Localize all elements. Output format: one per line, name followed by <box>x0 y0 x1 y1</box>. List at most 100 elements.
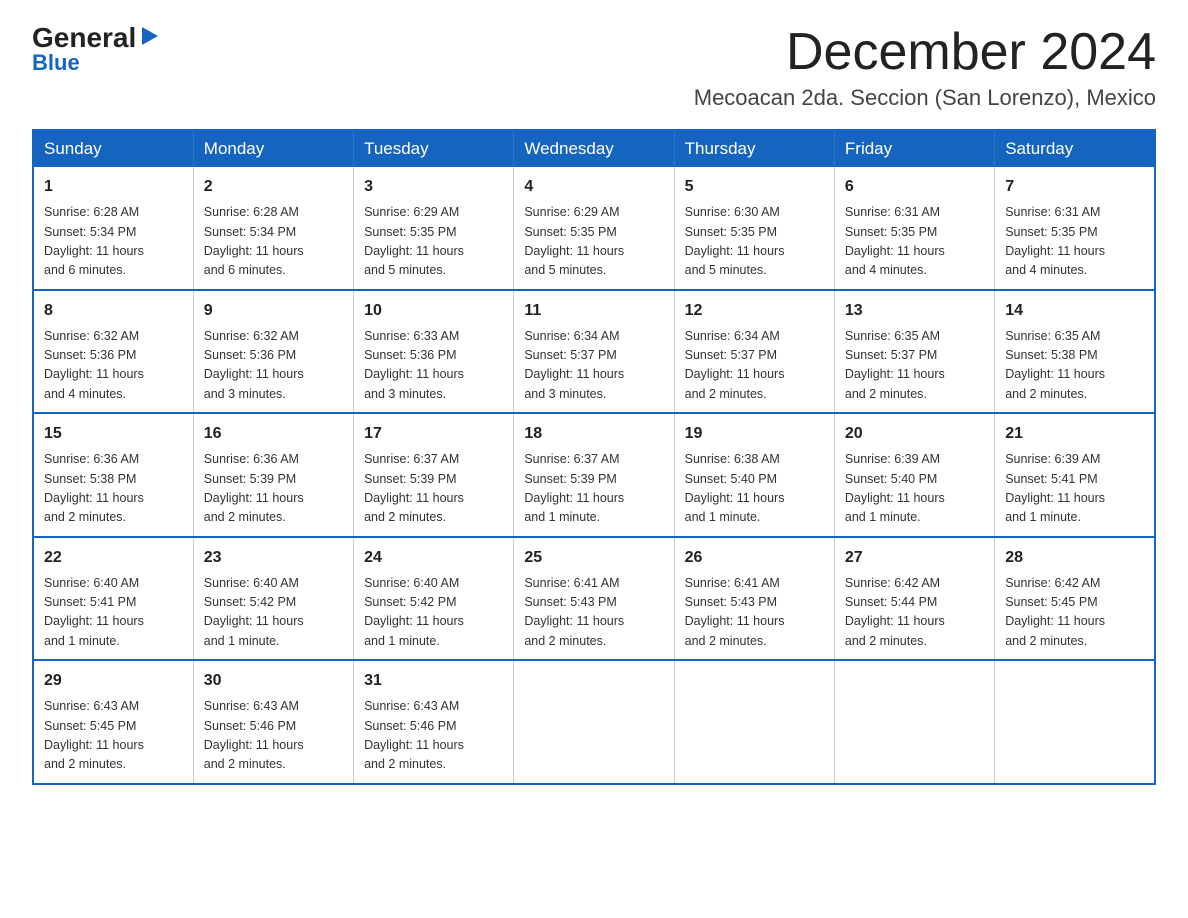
day-info: Sunrise: 6:32 AMSunset: 5:36 PMDaylight:… <box>44 327 183 405</box>
day-info: Sunrise: 6:36 AMSunset: 5:39 PMDaylight:… <box>204 450 343 528</box>
day-number: 30 <box>204 669 343 693</box>
calendar-day-cell: 6 Sunrise: 6:31 AMSunset: 5:35 PMDaylight… <box>834 167 994 290</box>
day-info: Sunrise: 6:43 AMSunset: 5:46 PMDaylight:… <box>204 697 343 775</box>
calendar-day-cell: 29 Sunrise: 6:43 AMSunset: 5:45 PMDayligh… <box>33 660 193 784</box>
day-info: Sunrise: 6:35 AMSunset: 5:37 PMDaylight:… <box>845 327 984 405</box>
day-number: 6 <box>845 175 984 199</box>
title-area: December 2024 Mecoacan 2da. Seccion (San… <box>694 24 1156 111</box>
calendar-day-cell: 26 Sunrise: 6:41 AMSunset: 5:43 PMDayligh… <box>674 537 834 661</box>
day-number: 27 <box>845 546 984 570</box>
logo-blue: Blue <box>32 50 80 76</box>
day-info: Sunrise: 6:31 AMSunset: 5:35 PMDaylight:… <box>845 203 984 281</box>
location-title: Mecoacan 2da. Seccion (San Lorenzo), Mex… <box>694 85 1156 111</box>
day-info: Sunrise: 6:34 AMSunset: 5:37 PMDaylight:… <box>524 327 663 405</box>
calendar-day-cell: 12 Sunrise: 6:34 AMSunset: 5:37 PMDayligh… <box>674 290 834 414</box>
calendar-week-row: 29 Sunrise: 6:43 AMSunset: 5:45 PMDayligh… <box>33 660 1155 784</box>
day-info: Sunrise: 6:35 AMSunset: 5:38 PMDaylight:… <box>1005 327 1144 405</box>
day-info: Sunrise: 6:33 AMSunset: 5:36 PMDaylight:… <box>364 327 503 405</box>
calendar-table: SundayMondayTuesdayWednesdayThursdayFrid… <box>32 129 1156 785</box>
day-info: Sunrise: 6:30 AMSunset: 5:35 PMDaylight:… <box>685 203 824 281</box>
calendar-day-cell: 9Sunrise: 6:32 AMSunset: 5:36 PMDaylight… <box>193 290 353 414</box>
day-number: 18 <box>524 422 663 446</box>
calendar-empty-cell <box>514 660 674 784</box>
calendar-week-row: 15 Sunrise: 6:36 AMSunset: 5:38 PMDayligh… <box>33 413 1155 537</box>
page-header: General Blue December 2024 Mecoacan 2da.… <box>32 24 1156 111</box>
day-number: 11 <box>524 299 663 323</box>
day-info: Sunrise: 6:39 AMSunset: 5:41 PMDaylight:… <box>1005 450 1144 528</box>
calendar-day-cell: 24 Sunrise: 6:40 AMSunset: 5:42 PMDayligh… <box>354 537 514 661</box>
day-info: Sunrise: 6:41 AMSunset: 5:43 PMDaylight:… <box>685 574 824 652</box>
calendar-day-cell: 10 Sunrise: 6:33 AMSunset: 5:36 PMDayligh… <box>354 290 514 414</box>
calendar-empty-cell <box>674 660 834 784</box>
day-number: 9 <box>204 299 343 323</box>
day-number: 24 <box>364 546 503 570</box>
calendar-week-row: 8 Sunrise: 6:32 AMSunset: 5:36 PMDaylight… <box>33 290 1155 414</box>
day-info: Sunrise: 6:36 AMSunset: 5:38 PMDaylight:… <box>44 450 183 528</box>
day-number: 26 <box>685 546 824 570</box>
day-number: 5 <box>685 175 824 199</box>
day-info: Sunrise: 6:43 AMSunset: 5:45 PMDaylight:… <box>44 697 183 775</box>
header-saturday: Saturday <box>995 130 1155 167</box>
calendar-day-cell: 14Sunrise: 6:35 AMSunset: 5:38 PMDayligh… <box>995 290 1155 414</box>
day-info: Sunrise: 6:42 AMSunset: 5:45 PMDaylight:… <box>1005 574 1144 652</box>
day-number: 12 <box>685 299 824 323</box>
calendar-day-cell: 11 Sunrise: 6:34 AMSunset: 5:37 PMDayligh… <box>514 290 674 414</box>
day-number: 28 <box>1005 546 1144 570</box>
day-info: Sunrise: 6:38 AMSunset: 5:40 PMDaylight:… <box>685 450 824 528</box>
calendar-day-cell: 17Sunrise: 6:37 AMSunset: 5:39 PMDayligh… <box>354 413 514 537</box>
day-info: Sunrise: 6:39 AMSunset: 5:40 PMDaylight:… <box>845 450 984 528</box>
day-number: 10 <box>364 299 503 323</box>
day-number: 7 <box>1005 175 1144 199</box>
day-number: 4 <box>524 175 663 199</box>
calendar-day-cell: 4 Sunrise: 6:29 AMSunset: 5:35 PMDaylight… <box>514 167 674 290</box>
calendar-day-cell: 23 Sunrise: 6:40 AMSunset: 5:42 PMDayligh… <box>193 537 353 661</box>
calendar-day-cell: 18 Sunrise: 6:37 AMSunset: 5:39 PMDayligh… <box>514 413 674 537</box>
day-info: Sunrise: 6:29 AMSunset: 5:35 PMDaylight:… <box>364 203 503 281</box>
logo: General Blue <box>32 24 160 76</box>
day-number: 21 <box>1005 422 1144 446</box>
day-number: 29 <box>44 669 183 693</box>
header-tuesday: Tuesday <box>354 130 514 167</box>
calendar-day-cell: 13 Sunrise: 6:35 AMSunset: 5:37 PMDayligh… <box>834 290 994 414</box>
calendar-day-cell: 15 Sunrise: 6:36 AMSunset: 5:38 PMDayligh… <box>33 413 193 537</box>
calendar-day-cell: 22 Sunrise: 6:40 AMSunset: 5:41 PMDayligh… <box>33 537 193 661</box>
calendar-week-row: 22 Sunrise: 6:40 AMSunset: 5:41 PMDayligh… <box>33 537 1155 661</box>
day-info: Sunrise: 6:34 AMSunset: 5:37 PMDaylight:… <box>685 327 824 405</box>
calendar-day-cell: 28 Sunrise: 6:42 AMSunset: 5:45 PMDayligh… <box>995 537 1155 661</box>
day-info: Sunrise: 6:29 AMSunset: 5:35 PMDaylight:… <box>524 203 663 281</box>
day-info: Sunrise: 6:42 AMSunset: 5:44 PMDaylight:… <box>845 574 984 652</box>
logo-general: General <box>32 24 136 52</box>
calendar-day-cell: 31Sunrise: 6:43 AMSunset: 5:46 PMDayligh… <box>354 660 514 784</box>
day-number: 19 <box>685 422 824 446</box>
logo-triangle-icon <box>138 25 160 47</box>
month-title: December 2024 <box>694 24 1156 81</box>
day-number: 15 <box>44 422 183 446</box>
calendar-day-cell: 27 Sunrise: 6:42 AMSunset: 5:44 PMDayligh… <box>834 537 994 661</box>
day-number: 23 <box>204 546 343 570</box>
day-number: 8 <box>44 299 183 323</box>
day-number: 2 <box>204 175 343 199</box>
day-info: Sunrise: 6:43 AMSunset: 5:46 PMDaylight:… <box>364 697 503 775</box>
header-friday: Friday <box>834 130 994 167</box>
day-info: Sunrise: 6:40 AMSunset: 5:42 PMDaylight:… <box>204 574 343 652</box>
calendar-day-cell: 21 Sunrise: 6:39 AMSunset: 5:41 PMDayligh… <box>995 413 1155 537</box>
day-info: Sunrise: 6:40 AMSunset: 5:42 PMDaylight:… <box>364 574 503 652</box>
day-number: 17 <box>364 422 503 446</box>
day-number: 13 <box>845 299 984 323</box>
calendar-day-cell: 7Sunrise: 6:31 AMSunset: 5:35 PMDaylight… <box>995 167 1155 290</box>
day-info: Sunrise: 6:28 AMSunset: 5:34 PMDaylight:… <box>204 203 343 281</box>
calendar-day-cell: 20Sunrise: 6:39 AMSunset: 5:40 PMDayligh… <box>834 413 994 537</box>
day-info: Sunrise: 6:28 AMSunset: 5:34 PMDaylight:… <box>44 203 183 281</box>
day-number: 22 <box>44 546 183 570</box>
day-info: Sunrise: 6:40 AMSunset: 5:41 PMDaylight:… <box>44 574 183 652</box>
day-number: 16 <box>204 422 343 446</box>
calendar-week-row: 1 Sunrise: 6:28 AMSunset: 5:34 PMDaylight… <box>33 167 1155 290</box>
day-number: 1 <box>44 175 183 199</box>
calendar-empty-cell <box>834 660 994 784</box>
calendar-day-cell: 2 Sunrise: 6:28 AMSunset: 5:34 PMDaylight… <box>193 167 353 290</box>
header-thursday: Thursday <box>674 130 834 167</box>
header-monday: Monday <box>193 130 353 167</box>
day-info: Sunrise: 6:37 AMSunset: 5:39 PMDaylight:… <box>524 450 663 528</box>
header-wednesday: Wednesday <box>514 130 674 167</box>
day-info: Sunrise: 6:41 AMSunset: 5:43 PMDaylight:… <box>524 574 663 652</box>
